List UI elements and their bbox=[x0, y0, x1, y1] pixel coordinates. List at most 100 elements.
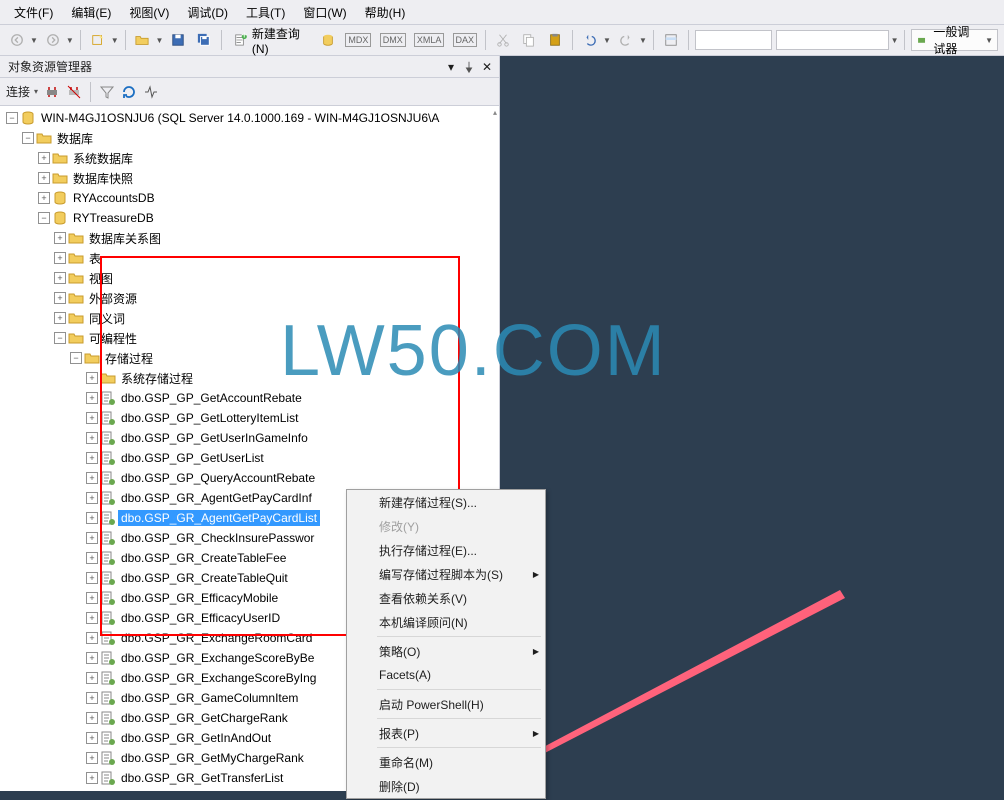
properties-button[interactable] bbox=[660, 29, 682, 51]
stored-proc-node[interactable]: +dbo.GSP_GP_GetLotteryItemList bbox=[0, 408, 499, 428]
menu-tools[interactable]: 工具(T) bbox=[240, 2, 291, 23]
ctx-modify: 修改(Y) bbox=[347, 514, 545, 538]
proc-label: dbo.GSP_GP_QueryAccountRebate bbox=[118, 470, 318, 486]
main-toolbar: ▼ ▼ ▼ ▼ + 新建查询(N) MDX DMX XMLA DAX ▼ ▼ ▼… bbox=[0, 24, 1004, 56]
menu-help[interactable]: 帮助(H) bbox=[359, 2, 412, 23]
chevron-down-icon[interactable]: ▼ bbox=[603, 36, 611, 45]
server-label: WIN-M4GJ1OSNJU6 (SQL Server 14.0.1000.16… bbox=[38, 110, 442, 126]
stored-proc-node[interactable]: +dbo.GSP_GP_GetAccountRebate bbox=[0, 388, 499, 408]
system-sp-node[interactable]: +系统存储过程 bbox=[0, 368, 499, 388]
proc-label: dbo.GSP_GR_AgentGetPayCardList bbox=[118, 510, 320, 526]
database-node-ryaccounts[interactable]: +RYAccountsDB bbox=[0, 188, 499, 208]
new-project-button[interactable] bbox=[87, 29, 109, 51]
search-input[interactable] bbox=[695, 30, 773, 50]
proc-label: dbo.GSP_GR_CreateTableFee bbox=[118, 550, 289, 566]
panel-title-bar: 对象资源管理器 ▾ ✕ bbox=[0, 56, 499, 78]
new-query-label: 新建查询(N) bbox=[252, 25, 307, 56]
menu-debug[interactable]: 调试(D) bbox=[181, 2, 234, 23]
synonyms-node[interactable]: +同义词 bbox=[0, 308, 499, 328]
server-node[interactable]: − WIN-M4GJ1OSNJU6 (SQL Server 14.0.1000.… bbox=[0, 108, 499, 128]
redo-button[interactable] bbox=[615, 29, 637, 51]
proc-label: dbo.GSP_GR_ExchangeScoreByIng bbox=[118, 670, 319, 686]
context-menu: 新建存储过程(S)... 修改(Y) 执行存储过程(E)... 编写存储过程脚本… bbox=[346, 489, 546, 799]
ctx-native-compile[interactable]: 本机编译顾问(N) bbox=[347, 610, 545, 634]
panel-toolbar: 连接 ▾ bbox=[0, 78, 499, 106]
database-node-rytreasure[interactable]: −RYTreasureDB bbox=[0, 208, 499, 228]
refresh-icon[interactable] bbox=[121, 84, 137, 100]
xmla-icon[interactable]: XMLA bbox=[412, 29, 446, 51]
search-input-2[interactable] bbox=[776, 30, 888, 50]
copy-button[interactable] bbox=[518, 29, 540, 51]
proc-label: dbo.GSP_GR_GameColumnItem bbox=[118, 690, 301, 706]
open-file-button[interactable] bbox=[131, 29, 153, 51]
window-dropdown-icon[interactable]: ▾ bbox=[443, 59, 459, 75]
connect-icon[interactable] bbox=[44, 84, 60, 100]
chevron-down-icon[interactable]: ▼ bbox=[639, 36, 647, 45]
chevron-down-icon[interactable]: ▾ bbox=[34, 87, 38, 96]
stored-procedures-node[interactable]: −存储过程 bbox=[0, 348, 499, 368]
chevron-down-icon[interactable]: ▼ bbox=[30, 36, 38, 45]
menu-bar: 文件(F) 编辑(E) 视图(V) 调试(D) 工具(T) 窗口(W) 帮助(H… bbox=[0, 0, 1004, 24]
chevron-down-icon[interactable]: ▼ bbox=[891, 36, 899, 45]
cut-button[interactable] bbox=[492, 29, 514, 51]
debugger-combo[interactable]: 一般调试器 ▼ bbox=[911, 29, 998, 51]
stored-proc-node[interactable]: +dbo.GSP_GP_GetUserList bbox=[0, 448, 499, 468]
databases-node[interactable]: − 数据库 bbox=[0, 128, 499, 148]
pin-icon[interactable] bbox=[461, 59, 477, 75]
menu-edit[interactable]: 编辑(E) bbox=[65, 2, 117, 23]
chevron-down-icon[interactable]: ▼ bbox=[155, 36, 163, 45]
disconnect-icon[interactable] bbox=[66, 84, 82, 100]
proc-label: dbo.GSP_GP_GetLotteryItemList bbox=[118, 410, 301, 426]
diagrams-node[interactable]: +数据库关系图 bbox=[0, 228, 499, 248]
menu-view[interactable]: 视图(V) bbox=[123, 2, 175, 23]
database-snapshots-node[interactable]: +数据库快照 bbox=[0, 168, 499, 188]
nav-forward-button[interactable] bbox=[42, 29, 64, 51]
connect-button[interactable]: 连接 bbox=[6, 83, 30, 100]
proc-label: dbo.GSP_GR_GetChargeRank bbox=[118, 710, 291, 726]
undo-button[interactable] bbox=[579, 29, 601, 51]
proc-label: dbo.GSP_GR_CheckInsurePasswor bbox=[118, 530, 317, 546]
ctx-rename[interactable]: 重命名(M) bbox=[347, 750, 545, 774]
menu-window[interactable]: 窗口(W) bbox=[297, 2, 352, 23]
ctx-delete[interactable]: 删除(D) bbox=[347, 774, 545, 798]
ctx-powershell[interactable]: 启动 PowerShell(H) bbox=[347, 692, 545, 716]
ctx-policies[interactable]: 策略(O) bbox=[347, 639, 545, 663]
views-node[interactable]: +视图 bbox=[0, 268, 499, 288]
programmability-node[interactable]: −可编程性 bbox=[0, 328, 499, 348]
dmx-icon[interactable]: DMX bbox=[378, 29, 408, 51]
nav-back-button[interactable] bbox=[6, 29, 28, 51]
proc-label: dbo.GSP_GR_AgentGetPayCardInf bbox=[118, 490, 315, 506]
mdx-icon[interactable]: MDX bbox=[343, 29, 373, 51]
ctx-new-sp[interactable]: 新建存储过程(S)... bbox=[347, 490, 545, 514]
activity-icon[interactable] bbox=[143, 84, 159, 100]
ctx-reports[interactable]: 报表(P) bbox=[347, 721, 545, 745]
tables-node[interactable]: +表 bbox=[0, 248, 499, 268]
proc-label: dbo.GSP_GR_CreateTableQuit bbox=[118, 570, 291, 586]
proc-label: dbo.GSP_GP_GetUserInGameInfo bbox=[118, 430, 311, 446]
dax-icon[interactable]: DAX bbox=[450, 29, 479, 51]
chevron-down-icon[interactable]: ▼ bbox=[111, 36, 119, 45]
proc-label: dbo.GSP_GR_EfficacyMobile bbox=[118, 590, 281, 606]
proc-label: dbo.GSP_GR_ExchangeScoreByBe bbox=[118, 650, 317, 666]
ctx-facets[interactable]: Facets(A) bbox=[347, 663, 545, 687]
new-query-button[interactable]: + 新建查询(N) bbox=[228, 25, 313, 56]
proc-label: dbo.GSP_GR_GetMyChargeRank bbox=[118, 750, 307, 766]
system-databases-node[interactable]: +系统数据库 bbox=[0, 148, 499, 168]
save-all-button[interactable] bbox=[193, 29, 215, 51]
ctx-script-as[interactable]: 编写存储过程脚本为(S) bbox=[347, 562, 545, 586]
menu-file[interactable]: 文件(F) bbox=[8, 2, 59, 23]
close-icon[interactable]: ✕ bbox=[479, 59, 495, 75]
paste-button[interactable] bbox=[544, 29, 566, 51]
stored-proc-node[interactable]: +dbo.GSP_GP_QueryAccountRebate bbox=[0, 468, 499, 488]
save-button[interactable] bbox=[167, 29, 189, 51]
db-query-icon[interactable] bbox=[317, 29, 339, 51]
stored-proc-node[interactable]: +dbo.GSP_GP_GetUserInGameInfo bbox=[0, 428, 499, 448]
chevron-down-icon[interactable]: ▼ bbox=[66, 36, 74, 45]
external-resources-node[interactable]: +外部资源 bbox=[0, 288, 499, 308]
proc-label: dbo.GSP_GR_ExchangeRoomCard bbox=[118, 630, 315, 646]
debugger-label: 一般调试器 bbox=[933, 23, 981, 57]
proc-label: dbo.GSP_GR_EfficacyUserID bbox=[118, 610, 283, 626]
filter-icon[interactable] bbox=[99, 84, 115, 100]
ctx-exec[interactable]: 执行存储过程(E)... bbox=[347, 538, 545, 562]
ctx-view-dependencies[interactable]: 查看依赖关系(V) bbox=[347, 586, 545, 610]
